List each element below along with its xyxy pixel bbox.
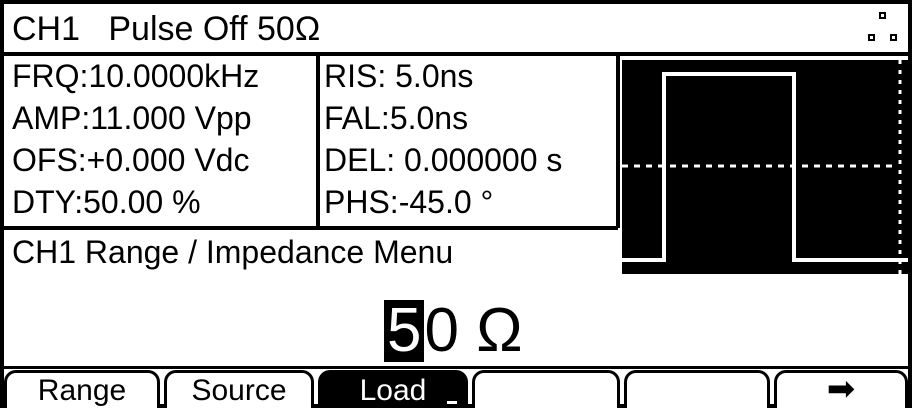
softkey-source[interactable]: Source	[164, 370, 314, 408]
softkey-divider	[4, 366, 908, 369]
duty-cycle-param[interactable]: DTY:50.00 %	[12, 186, 201, 218]
impedance-value-rest: 0 Ω	[424, 296, 523, 365]
connector-ports-icon	[868, 12, 900, 48]
offset-param[interactable]: OFS:+0.000 Vdc	[12, 144, 249, 176]
submenu-indicator-icon	[447, 401, 457, 404]
softkey-load[interactable]: Load	[318, 370, 468, 408]
fall-time-param[interactable]: FAL:5.0ns	[324, 102, 468, 134]
edit-cursor-digit[interactable]: 5	[384, 300, 425, 362]
pulse-waveform-graphic	[622, 60, 908, 274]
impedance-value[interactable]: 50 Ω	[384, 292, 523, 370]
phase-param[interactable]: PHS:-45.0 °	[324, 186, 493, 218]
rise-time-param[interactable]: RIS: 5.0ns	[324, 60, 473, 92]
channel-status-title: CH1 Pulse Off 50Ω	[12, 10, 321, 48]
softkey-empty-5[interactable]	[624, 370, 770, 408]
delay-param[interactable]: DEL: 0.000000 s	[324, 144, 562, 176]
menu-title: CH1 Range / Impedance Menu	[12, 234, 454, 270]
softkey-next[interactable]: ➡	[774, 370, 908, 408]
softkey-bar: Range Source Load ➡	[4, 370, 908, 408]
softkey-range[interactable]: Range	[4, 370, 160, 408]
menu-divider	[4, 226, 618, 230]
softkey-empty-4[interactable]	[472, 370, 620, 408]
amplitude-param[interactable]: AMP:11.000 Vpp	[12, 102, 252, 134]
param-wave-divider	[616, 56, 620, 228]
param-column-divider	[316, 56, 320, 228]
generator-display: CH1 Pulse Off 50Ω FRQ:10.0000kHz AMP:11.…	[0, 0, 912, 408]
right-arrow-icon: ➡	[826, 370, 856, 408]
frequency-param[interactable]: FRQ:10.0000kHz	[12, 60, 259, 92]
waveform-preview	[622, 60, 908, 274]
header-divider	[4, 52, 908, 56]
